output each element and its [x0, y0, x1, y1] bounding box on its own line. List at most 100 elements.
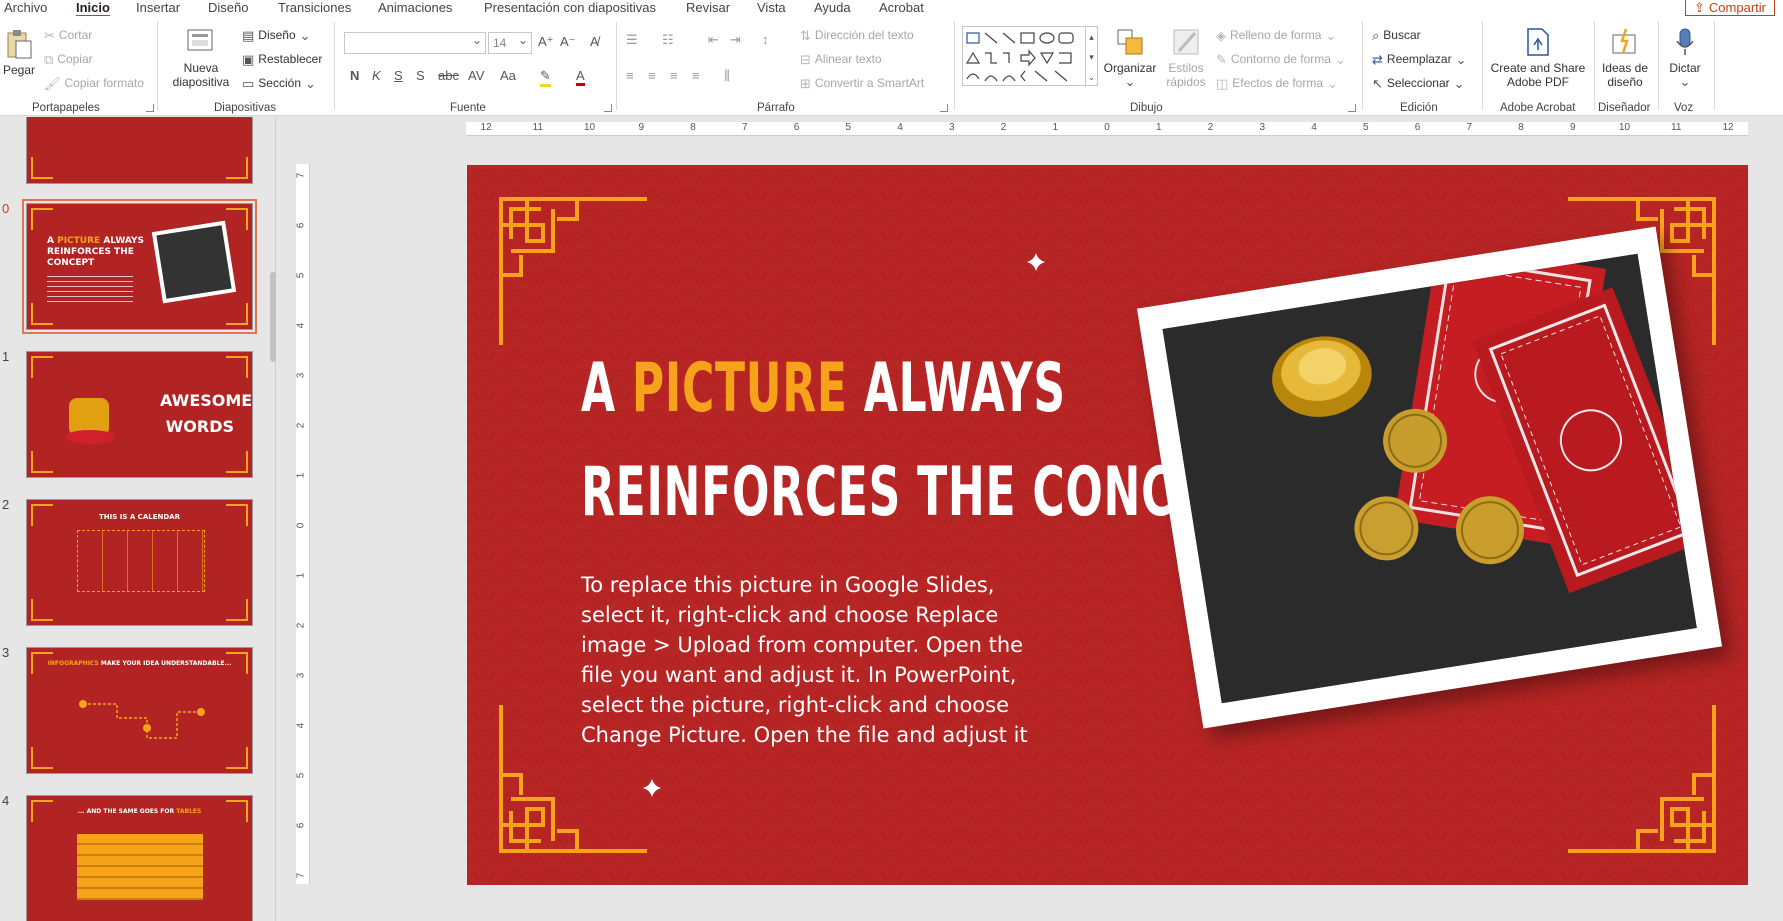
find-button[interactable]: ⌕ Buscar	[1372, 28, 1421, 42]
shape-outline-button[interactable]: ✎ Contorno de forma ⌄	[1216, 52, 1346, 66]
slide-picture[interactable]	[1136, 226, 1723, 729]
font-name-input[interactable]	[344, 30, 486, 54]
ruler-tick-label: 7	[295, 872, 307, 879]
tab-vista[interactable]: Vista	[757, 0, 786, 15]
ruler-tick-label: 1	[295, 572, 307, 579]
align-right-icon[interactable]: ≡	[670, 68, 678, 83]
tab-insertar[interactable]: Insertar	[136, 0, 180, 15]
clear-format-icon[interactable]: A̸	[590, 34, 599, 49]
tab-acrobat[interactable]: Acrobat	[879, 0, 924, 15]
tab-presentacion[interactable]: Presentación con diapositivas	[484, 0, 656, 15]
slide-thumbnail[interactable]: INFOGRAPHICS MAKE YOUR IDEA UNDERSTANDAB…	[26, 647, 253, 774]
slide-canvas[interactable]: A PICTURE ALWAYS REINFORCES THE CONCEPT T…	[467, 165, 1748, 885]
quick-styles-button[interactable]: Estilos rápidos	[1160, 26, 1212, 89]
font-size-input[interactable]: 14	[488, 30, 532, 54]
spacing-icon[interactable]: AV	[468, 68, 484, 83]
italic-icon[interactable]: K	[372, 68, 381, 83]
text-direction-button[interactable]: ⇅ Dirección del texto	[800, 28, 914, 42]
separator	[1594, 22, 1595, 110]
align-center-icon[interactable]: ≡	[648, 68, 656, 83]
smartart-button[interactable]: ⊞ Convertir a SmartArt	[800, 76, 924, 90]
slide-thumbnail[interactable]: AWESOME WORDS	[26, 351, 253, 478]
increase-font-icon[interactable]: A⁺	[538, 34, 554, 50]
corner-ornament	[226, 208, 248, 230]
numbering-icon[interactable]: ☷	[662, 32, 674, 48]
ruler-tick-label: 11	[1671, 122, 1682, 133]
indent-icon[interactable]: ⇥	[730, 32, 741, 48]
horizontal-ruler[interactable]: 12 11 10 9 8 7 6 5 4 3 2 1 0 1 2 3 4 5 6 7 8 9 10 11 12	[466, 122, 1748, 136]
dictate-button[interactable]: Dictar ⌄	[1664, 26, 1706, 88]
tab-archivo[interactable]: Archivo	[4, 0, 47, 15]
chevron-down-icon: ⌄	[299, 27, 311, 43]
corner-ornament	[226, 356, 248, 378]
shape-fill-button[interactable]: ◈ Relleno de forma ⌄	[1216, 28, 1336, 42]
case-icon[interactable]: Aa	[500, 68, 516, 83]
replace-button[interactable]: ⇄ Reemplazar ⌄	[1372, 52, 1467, 66]
slide-thumbnails-pane[interactable]: 0 A PICTURE ALWAYS REINFORCES THE CONCEP…	[0, 117, 276, 921]
section-button[interactable]: ▭ Sección ⌄	[242, 76, 316, 90]
font-color-icon[interactable]: A	[576, 68, 585, 86]
clipboard-launcher-icon[interactable]	[146, 104, 154, 112]
shape-effects-button[interactable]: ◫ Efectos de forma ⌄	[1216, 76, 1338, 90]
underline-icon[interactable]: S	[394, 68, 403, 83]
separator	[1482, 22, 1483, 110]
microphone-icon	[1669, 26, 1701, 58]
line-spacing-icon[interactable]: ↕	[762, 32, 769, 47]
drawing-launcher-icon[interactable]	[1348, 104, 1356, 112]
slide-thumbnail-selected[interactable]: A PICTURE ALWAYS REINFORCES THE CONCEPT	[22, 199, 257, 334]
thumbnails-scrollbar[interactable]	[270, 117, 276, 921]
paragraph-launcher-icon[interactable]	[940, 104, 948, 112]
tab-ayuda[interactable]: Ayuda	[814, 0, 851, 15]
align-text-button[interactable]: ⊟ Alinear texto	[800, 52, 882, 66]
justify-icon[interactable]: ≡	[692, 68, 700, 83]
align-left-icon[interactable]: ≡	[626, 68, 634, 83]
group-label-clipboard: Portapapeles	[32, 102, 100, 114]
corner-ornament-top-left	[499, 197, 647, 345]
tab-diseno[interactable]: Diseño	[208, 0, 248, 15]
tab-transiciones[interactable]: Transiciones	[278, 0, 351, 15]
slide-thumbnail[interactable]	[26, 117, 253, 184]
vertical-ruler[interactable]: 7 6 5 4 3 2 1 0 1 2 3 4 5 6 7	[295, 164, 310, 884]
slide-body-text[interactable]: To replace this picture in Google Slides…	[581, 570, 1051, 750]
font-launcher-icon[interactable]	[604, 104, 612, 112]
reset-button[interactable]: ▣ Restablecer	[242, 52, 322, 66]
align-text-icon: ⊟	[800, 51, 811, 67]
tab-revisar[interactable]: Revisar	[686, 0, 730, 15]
gallery-scroll[interactable]: ▴ ▾ ⌄	[1085, 27, 1097, 87]
new-slide-button[interactable]: Nueva diapositiva	[166, 26, 236, 89]
ruler-tick-label: 5	[1362, 122, 1369, 133]
highlight-icon[interactable]: ✎	[540, 68, 551, 87]
layout-button[interactable]: ▤ Diseño ⌄	[242, 28, 311, 42]
outdent-icon[interactable]: ⇤	[708, 32, 719, 48]
format-painter-button[interactable]: 🖌 Copiar formato	[44, 76, 144, 90]
ruler-tick-label: 1	[295, 472, 307, 479]
arrange-button[interactable]: Organizar ⌄	[1104, 26, 1156, 88]
strikethrough-icon[interactable]: abc	[438, 68, 459, 83]
copy-button[interactable]: ⧉ Copiar	[44, 52, 93, 66]
decrease-font-icon[interactable]: A⁻	[560, 34, 576, 50]
corner-ornament	[31, 208, 53, 230]
thumbnail-body-text	[47, 276, 133, 306]
columns-icon[interactable]: ⫼	[724, 68, 730, 84]
tab-animaciones[interactable]: Animaciones	[378, 0, 452, 15]
shadow-icon[interactable]: S	[416, 68, 425, 83]
scrollbar-thumb[interactable]	[270, 272, 276, 362]
shapes-gallery[interactable]: ▴ ▾ ⌄	[962, 26, 1098, 87]
tab-inicio[interactable]: Inicio	[76, 0, 110, 18]
notes-bar[interactable]	[296, 900, 1783, 921]
thumbnail-title: THIS IS A CALENDAR	[99, 513, 180, 521]
ruler-tick-label: 10	[1618, 122, 1631, 133]
share-button[interactable]: ⇪ Compartir	[1685, 0, 1775, 16]
slide-title[interactable]: A PICTURE ALWAYS REINFORCES THE CONCEPT	[581, 337, 1268, 545]
paste-button[interactable]: Pegar	[2, 28, 36, 77]
cut-button[interactable]: ✂ Cortar	[44, 28, 92, 42]
slide-thumbnail[interactable]: THIS IS A CALENDAR	[26, 499, 253, 626]
share-icon: ⇪	[1694, 0, 1705, 15]
bold-icon[interactable]: N	[350, 68, 359, 83]
create-share-pdf-button[interactable]: Create and Share Adobe PDF	[1488, 26, 1588, 89]
bullets-icon[interactable]: ☰	[626, 32, 638, 48]
slide-thumbnail[interactable]: ... AND THE SAME GOES FOR TABLES	[26, 795, 253, 921]
design-ideas-button[interactable]: Ideas de diseño	[1596, 26, 1654, 89]
select-button[interactable]: ↖ Seleccionar ⌄	[1372, 76, 1465, 90]
chevron-down-icon: ⌄	[1455, 51, 1467, 67]
